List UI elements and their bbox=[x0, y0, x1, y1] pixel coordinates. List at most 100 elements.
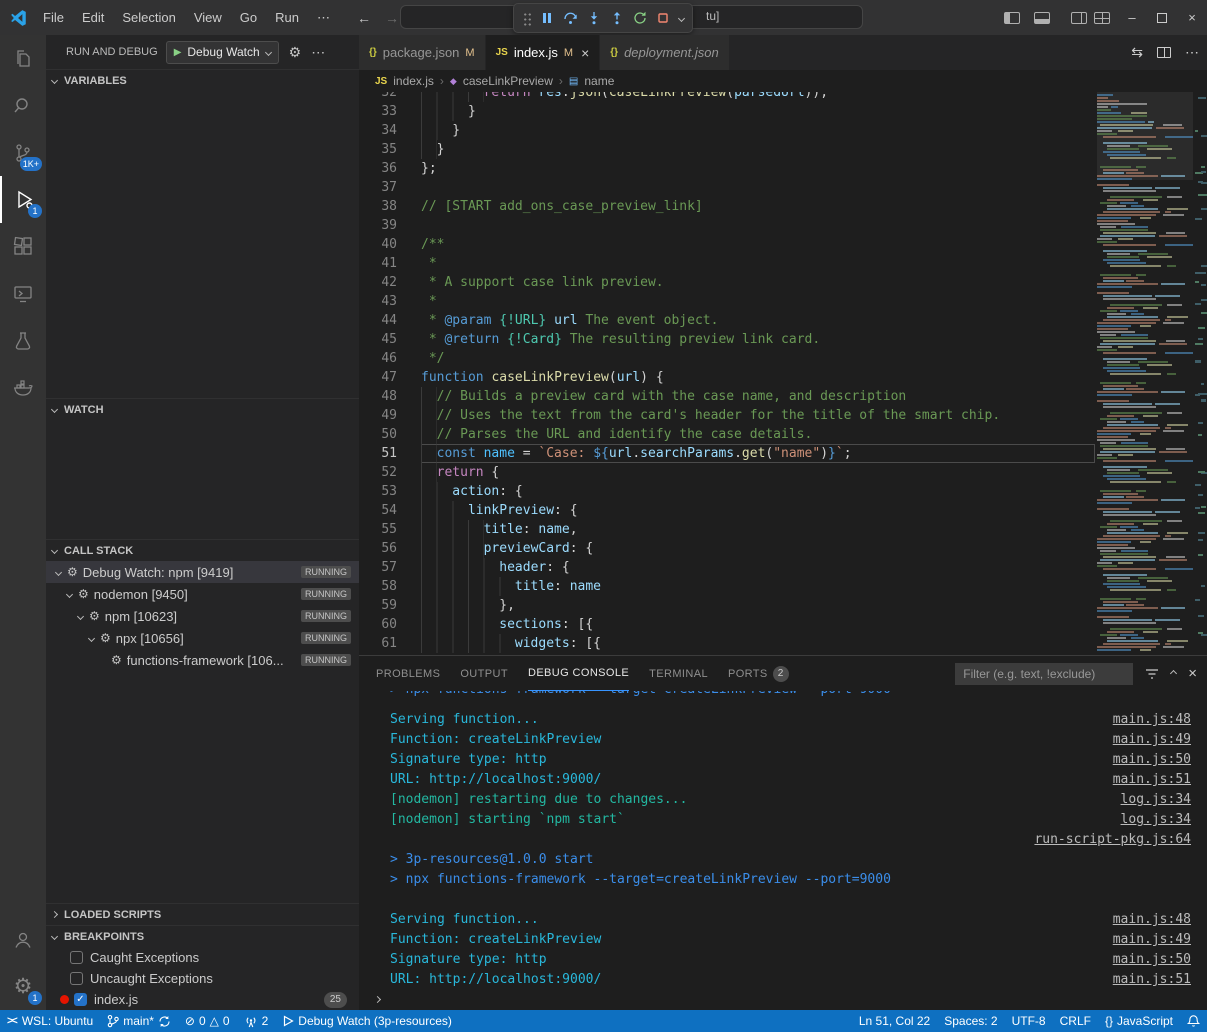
toggle-panel-icon[interactable] bbox=[1027, 0, 1057, 35]
activity-source-control[interactable]: 1K+ bbox=[0, 129, 46, 176]
source-link[interactable]: main.js:50 bbox=[1113, 950, 1191, 970]
tab-deployment-json[interactable]: {} deployment.json bbox=[600, 35, 729, 70]
code-line[interactable]: 60sections: [{ bbox=[359, 615, 1095, 634]
start-debug-icon[interactable]: ▶ bbox=[174, 47, 182, 58]
views-more-actions-icon[interactable]: ⋯ bbox=[311, 44, 325, 61]
split-editor-icon[interactable] bbox=[1157, 47, 1171, 58]
code-line[interactable]: 42 * A support case link preview. bbox=[359, 273, 1095, 292]
code-line[interactable]: 54linkPreview: { bbox=[359, 501, 1095, 520]
code-line[interactable]: 35} bbox=[359, 140, 1095, 159]
code-line[interactable]: 39 bbox=[359, 216, 1095, 235]
code-line[interactable]: 49// Uses the text from the card's heade… bbox=[359, 406, 1095, 425]
section-watch[interactable]: WATCH bbox=[46, 398, 359, 420]
command-center[interactable]: tu] bbox=[400, 5, 863, 29]
close-button[interactable]: × bbox=[1177, 0, 1207, 35]
activity-accounts[interactable] bbox=[0, 916, 46, 963]
section-breakpoints[interactable]: BREAKPOINTS bbox=[46, 925, 359, 947]
debug-session-item[interactable]: Debug Watch (3p-resources) bbox=[275, 1010, 459, 1032]
panel-tab-ports[interactable]: PORTS2 bbox=[728, 657, 789, 691]
menu-selection[interactable]: Selection bbox=[113, 0, 184, 35]
step-into-icon[interactable] bbox=[587, 11, 601, 25]
code-line[interactable]: 33} bbox=[359, 102, 1095, 121]
code-line[interactable]: 58title: name bbox=[359, 577, 1095, 596]
back-button[interactable]: ← bbox=[357, 10, 371, 26]
breakpoint-item[interactable]: Uncaught Exceptions bbox=[46, 968, 359, 989]
maximize-button[interactable] bbox=[1147, 0, 1177, 35]
menu-go[interactable]: Go bbox=[231, 0, 266, 35]
code-line[interactable]: 52return { bbox=[359, 463, 1095, 482]
code-line[interactable]: 36}; bbox=[359, 159, 1095, 178]
source-link[interactable]: main.js:49 bbox=[1113, 930, 1191, 950]
source-link[interactable]: log.js:34 bbox=[1121, 810, 1191, 830]
source-link[interactable]: main.js:48 bbox=[1113, 910, 1191, 930]
code-line[interactable]: 48// Builds a preview card with the case… bbox=[359, 387, 1095, 406]
debug-toolbar-dropdown-icon[interactable] bbox=[678, 14, 685, 21]
panel-tab-debug-console[interactable]: DEBUG CONSOLE bbox=[528, 657, 629, 691]
code-line[interactable]: 51const name = `Case: ${url.searchParams… bbox=[359, 444, 1095, 463]
code-line[interactable]: 41 * bbox=[359, 254, 1095, 273]
maximize-panel-icon[interactable] bbox=[1170, 670, 1177, 677]
encoding-item[interactable]: UTF-8 bbox=[1005, 1010, 1053, 1032]
step-over-icon[interactable] bbox=[563, 11, 578, 25]
source-link[interactable]: main.js:51 bbox=[1113, 970, 1191, 988]
menu-edit[interactable]: Edit bbox=[73, 0, 113, 35]
code-line[interactable]: 50// Parses the URL and identify the cas… bbox=[359, 425, 1095, 444]
gripper-icon[interactable] bbox=[522, 11, 531, 26]
code-line[interactable]: 47function caseLinkPreview(url) { bbox=[359, 368, 1095, 387]
call-stack-item[interactable]: ⚙functions-framework [106...RUNNING bbox=[46, 649, 359, 671]
call-stack-item[interactable]: ⚙nodemon [9450]RUNNING bbox=[46, 583, 359, 605]
language-mode-item[interactable]: {} JavaScript bbox=[1098, 1010, 1180, 1032]
code-line[interactable]: 45 * @return {!Card} The resulting previ… bbox=[359, 330, 1095, 349]
code-line[interactable]: 56previewCard: { bbox=[359, 539, 1095, 558]
notifications-item[interactable] bbox=[1180, 1010, 1207, 1032]
problems-item[interactable]: ⊘ 0 △ 0 bbox=[178, 1010, 237, 1032]
code-line[interactable]: 57header: { bbox=[359, 558, 1095, 577]
code-line[interactable]: 37 bbox=[359, 178, 1095, 197]
close-panel-icon[interactable]: × bbox=[1188, 665, 1197, 682]
code-line[interactable]: 43 * bbox=[359, 292, 1095, 311]
code-editor[interactable]: 32return res.json(caseLinkPreview(parsed… bbox=[359, 92, 1207, 655]
eol-item[interactable]: CRLF bbox=[1053, 1010, 1098, 1032]
open-changes-icon[interactable]: ⇆ bbox=[1131, 44, 1143, 61]
source-link[interactable]: main.js:48 bbox=[1113, 710, 1191, 730]
close-tab-icon[interactable]: × bbox=[581, 45, 589, 61]
source-link[interactable]: main.js:51 bbox=[1113, 770, 1191, 790]
source-link[interactable]: run-script-pkg.js:64 bbox=[1034, 830, 1191, 850]
tab-package-json[interactable]: {} package.json M bbox=[359, 35, 486, 70]
breadcrumb-file[interactable]: index.js bbox=[393, 74, 434, 88]
breadcrumb-symbol[interactable]: name bbox=[584, 74, 614, 88]
cursor-position-item[interactable]: Ln 51, Col 22 bbox=[852, 1010, 937, 1032]
code-line[interactable]: 61widgets: [{ bbox=[359, 634, 1095, 653]
call-stack-item[interactable]: ⚙npm [10623]RUNNING bbox=[46, 605, 359, 627]
minimize-button[interactable]: – bbox=[1117, 0, 1147, 35]
restart-icon[interactable] bbox=[633, 11, 647, 25]
customize-layout-icon[interactable] bbox=[1087, 0, 1117, 35]
panel-tab-problems[interactable]: PROBLEMS bbox=[376, 657, 440, 691]
source-link[interactable]: log.js:34 bbox=[1121, 790, 1191, 810]
menu-run[interactable]: Run bbox=[266, 0, 308, 35]
breakpoint-checkbox[interactable]: ✓ bbox=[74, 993, 87, 1006]
toggle-secondary-sidebar-icon[interactable] bbox=[1057, 0, 1087, 35]
breakpoint-checkbox[interactable] bbox=[70, 951, 83, 964]
code-line[interactable]: 46 */ bbox=[359, 349, 1095, 368]
activity-explorer[interactable] bbox=[0, 35, 46, 82]
menu-file[interactable]: File bbox=[34, 0, 73, 35]
menu-view[interactable]: View bbox=[185, 0, 231, 35]
activity-search[interactable] bbox=[0, 82, 46, 129]
breakpoint-item[interactable]: Caught Exceptions bbox=[46, 947, 359, 968]
filter-icon[interactable] bbox=[1145, 668, 1159, 680]
code-line[interactable]: 38// [START add_ons_case_preview_link] bbox=[359, 197, 1095, 216]
stop-icon[interactable] bbox=[656, 11, 670, 25]
activity-extensions[interactable] bbox=[0, 223, 46, 270]
section-call-stack[interactable]: CALL STACK bbox=[46, 539, 359, 561]
code-line[interactable]: 32return res.json(caseLinkPreview(parsed… bbox=[359, 92, 1095, 102]
editor-more-actions-icon[interactable]: ⋯ bbox=[1185, 44, 1199, 61]
panel-tab-terminal[interactable]: TERMINAL bbox=[649, 657, 708, 691]
source-link[interactable]: main.js:50 bbox=[1113, 750, 1191, 770]
code-line[interactable]: 55title: name, bbox=[359, 520, 1095, 539]
minimap[interactable] bbox=[1097, 92, 1193, 655]
console-input[interactable] bbox=[359, 988, 1207, 1010]
breakpoint-checkbox[interactable] bbox=[70, 972, 83, 985]
remote-indicator[interactable]: >< WSL: Ubuntu bbox=[0, 1010, 100, 1032]
git-branch-item[interactable]: main* bbox=[100, 1010, 178, 1032]
